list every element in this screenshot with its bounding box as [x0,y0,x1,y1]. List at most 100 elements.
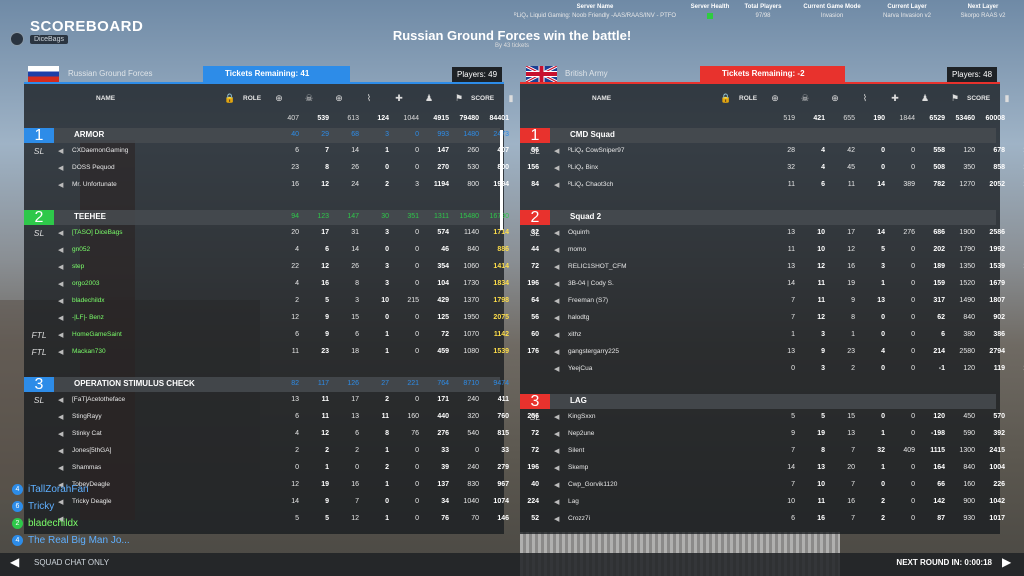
left-revives-icon: ⊕ [335,93,343,103]
right-speaker-icon[interactable]: ◀ [554,280,562,288]
left-speaker-icon[interactable]: ◀ [58,181,66,189]
right-player-stat: 0 [911,365,915,372]
right-speaker-icon[interactable]: ◀ [554,314,562,322]
right-speaker-icon[interactable]: ◀ [554,447,562,455]
right-player-stat: 7 [791,481,795,488]
left-squad-stat: 82 [291,380,299,387]
right-speaker-icon[interactable]: ◀ [554,331,562,339]
right-player-stat: 5 [821,413,825,420]
left-total: 124 [377,115,389,122]
left-player-stat: 4 [295,280,299,287]
left-player-stat: 15 [351,314,359,321]
right-flag-icon: ⚑ [950,93,960,103]
right-player-stat: 6 [941,331,945,338]
left-player-stat: 14 [291,498,299,505]
right-player-name: 3B-04 | Cody S. [568,280,614,287]
left-scrollbar[interactable] [500,130,503,230]
squad-chat-toggle[interactable]: SQUAD CHAT ONLY [34,558,109,567]
left-speaker-icon[interactable]: ◀ [58,147,66,155]
next-arrow-icon[interactable]: ▶ [1002,555,1011,569]
left-player-stat: 1140 [463,229,479,236]
left-speaker-icon[interactable]: ◀ [58,263,66,271]
left-total: 4915 [433,115,449,122]
right-speaker-icon[interactable]: ◀ [554,229,562,237]
left-player-stat: 0 [415,348,419,355]
left-speaker-icon[interactable]: ◀ [58,447,66,455]
left-player-stat: 1414 [493,263,509,270]
right-speaker-icon[interactable]: ◀ [554,164,562,172]
left-speaker-icon[interactable]: ◀ [58,164,66,172]
right-player-stat: 1017 [989,515,1005,522]
right-player-name: Cwp_Gorvik1120 [568,481,618,488]
right-speaker-icon[interactable]: ◀ [554,464,562,472]
left-squad-stat: 16790 [479,213,509,220]
right-speaker-icon[interactable]: ◀ [554,430,562,438]
right-player-stat: 42 [847,147,855,154]
right-player-stat: 108 [1005,263,1024,270]
right-speaker-icon[interactable]: ◀ [554,246,562,254]
left-speaker-icon[interactable]: ◀ [58,297,66,305]
left-player-stat: 26 [351,263,359,270]
left-player-stat: 2 [355,447,359,454]
left-player-stat: 7 [325,147,329,154]
left-player-stat: 0 [415,331,419,338]
left-speaker-icon[interactable]: ◀ [58,464,66,472]
right-player-stat: 0 [911,297,915,304]
left-speaker-icon[interactable]: ◀ [58,413,66,421]
right-total: 6529 [929,115,945,122]
chat-speaker-name: bladechildx [28,518,79,529]
right-player-stat: 1004 [989,464,1005,471]
right-player-stat: 3 [821,365,825,372]
left-player-stat: 11 [321,413,329,420]
right-speaker-icon[interactable]: ◀ [554,147,562,155]
right-speaker-icon[interactable]: ◀ [554,365,562,373]
left-squad-stat: 30 [381,213,389,220]
left-player-name: orgo2003 [72,280,100,287]
right-player-stat: 120 [963,147,975,154]
right-speaker-icon[interactable]: ◀ [554,297,562,305]
server-name-col: Server Name ᴿLiQ₄ Liquid Gaming: Noob Fr… [480,4,710,19]
right-player-stat: 392 [993,430,1005,437]
left-speaker-icon[interactable]: ◀ [58,331,66,339]
left-speaker-icon[interactable]: ◀ [58,314,66,322]
right-player-stat: 2586 [989,229,1005,236]
right-player-name: halodtg [568,314,590,321]
left-speaker-icon[interactable]: ◀ [58,396,66,404]
right-speaker-icon[interactable]: ◀ [554,263,562,271]
left-player-stat: 104 [437,280,449,287]
russia-flag-icon [28,66,59,82]
right-speaker-icon[interactable]: ◀ [554,498,562,506]
left-speaker-icon[interactable]: ◀ [58,229,66,237]
right-squad-name: Squad 2 [570,212,602,221]
left-speaker-icon[interactable]: ◀ [58,498,66,506]
right-speaker-icon[interactable]: ◀ [554,481,562,489]
left-col-role: ROLE [243,95,262,102]
right-player-stat: 13 [787,263,795,270]
right-player-name: Skemp [568,464,589,471]
right-player-stat: 2052 [989,181,1005,188]
prev-arrow-icon[interactable]: ◀ [10,555,19,569]
left-player-role: SL [33,228,45,238]
right-speaker-icon[interactable]: ◀ [554,413,562,421]
left-player-name: Jones[5thGA] [72,447,112,454]
left-speaker-icon[interactable]: ◀ [58,430,66,438]
right-speaker-icon[interactable]: ◀ [554,348,562,356]
right-player-name: gangstergarry225 [568,348,619,355]
right-player-stat: 13 [817,464,825,471]
left-player-stat: 33 [501,447,509,454]
left-player-role: FTL [31,330,47,340]
left-speaker-icon[interactable]: ◀ [58,246,66,254]
right-speaker-icon[interactable]: ◀ [554,181,562,189]
left-player-name: DOSS Pequod [72,164,115,171]
right-player-stat: 87 [937,515,945,522]
right-player-stat: 4 [821,147,825,154]
current-layer-col: Current Layer Narva Invasion v2 [862,4,952,19]
chat-speaker-name: The Real Big Man Jo... [28,535,130,546]
left-player-stat: 240 [467,464,479,471]
right-total: 1844 [899,115,915,122]
right-speaker-icon[interactable]: ◀ [554,515,562,523]
left-player-stat: 1 [385,147,389,154]
left-speaker-icon[interactable]: ◀ [58,280,66,288]
left-total: 539 [317,115,329,122]
left-speaker-icon[interactable]: ◀ [58,348,66,356]
